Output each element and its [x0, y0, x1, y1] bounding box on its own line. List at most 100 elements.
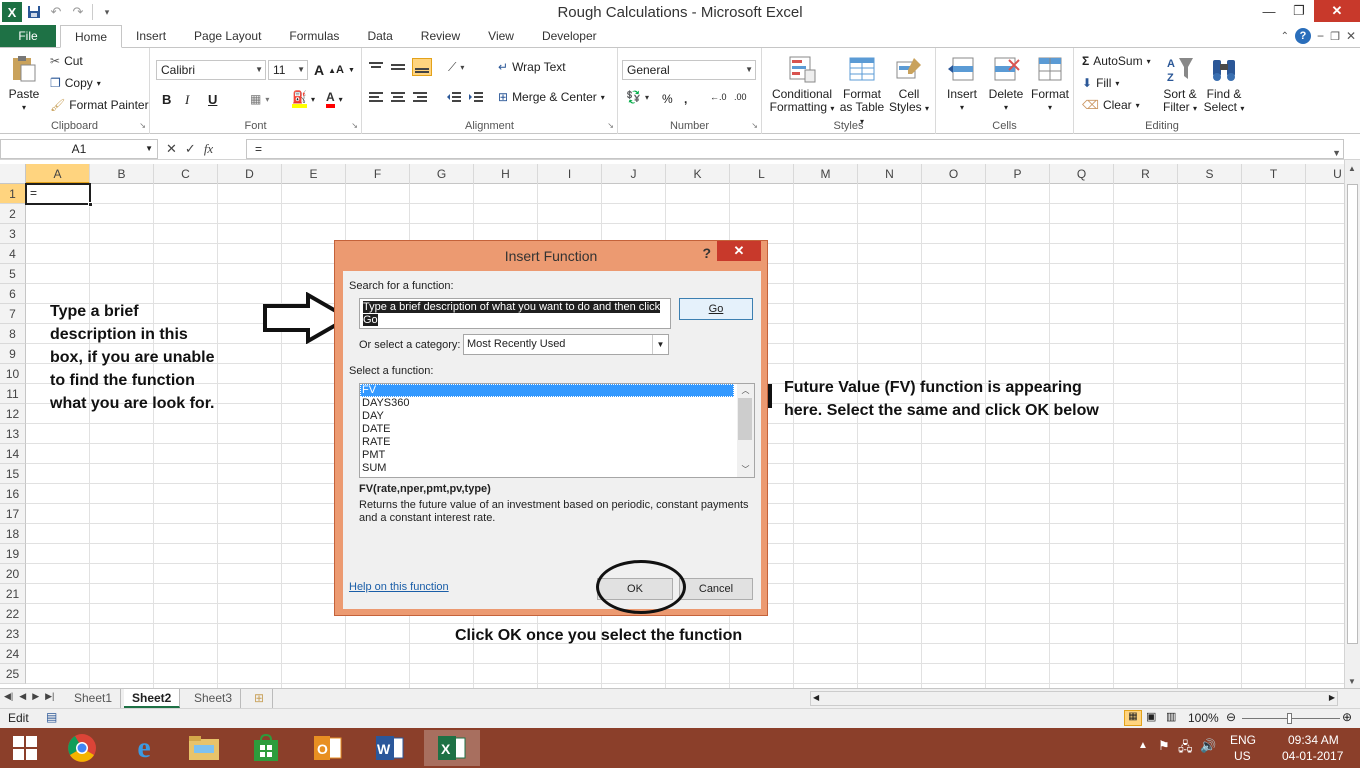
- column-header-u[interactable]: U: [1306, 164, 1344, 184]
- function-item-rate[interactable]: RATE: [360, 436, 734, 449]
- sort-filter-button[interactable]: AZ Sort & Filter ▾: [1158, 54, 1202, 115]
- internet-explorer-taskbar-icon[interactable]: e: [116, 730, 172, 766]
- row-header-12[interactable]: 12: [0, 404, 26, 424]
- network-icon[interactable]: 🖧: [1178, 738, 1193, 760]
- zoom-in-icon[interactable]: ⊕: [1342, 710, 1352, 724]
- tab-file[interactable]: File: [0, 25, 56, 47]
- clock-time[interactable]: 09:34 AM: [1288, 733, 1339, 747]
- row-header-13[interactable]: 13: [0, 424, 26, 444]
- format-cells-button[interactable]: Format ▾: [1028, 54, 1072, 114]
- column-header-b[interactable]: B: [90, 164, 154, 184]
- formula-input[interactable]: = ▼: [246, 139, 1344, 159]
- function-list-scroll-thumb[interactable]: [738, 398, 752, 440]
- chrome-taskbar-icon[interactable]: [54, 730, 110, 766]
- horizontal-scrollbar[interactable]: ◀ ▶: [810, 691, 1338, 706]
- tab-page-layout[interactable]: Page Layout: [180, 25, 275, 47]
- store-taskbar-icon[interactable]: [238, 730, 294, 766]
- tab-formulas[interactable]: Formulas: [275, 25, 353, 47]
- percent-button[interactable]: %: [662, 92, 673, 106]
- vertical-scroll-thumb[interactable]: [1347, 184, 1358, 644]
- row-header-3[interactable]: 3: [0, 224, 26, 244]
- font-size-select[interactable]: 11 ▼: [268, 60, 308, 80]
- function-item-days360[interactable]: DAYS360: [360, 397, 734, 410]
- enter-entry-icon[interactable]: ✓: [185, 141, 196, 157]
- tray-expand-icon[interactable]: ▲: [1138, 740, 1148, 751]
- row-header-8[interactable]: 8: [0, 324, 26, 344]
- zoom-slider-thumb[interactable]: [1287, 713, 1292, 724]
- column-header-k[interactable]: K: [666, 164, 730, 184]
- column-header-g[interactable]: G: [410, 164, 474, 184]
- start-button[interactable]: [0, 730, 50, 766]
- next-sheet-icon[interactable]: ▶: [32, 691, 39, 702]
- comma-button[interactable]: ,: [684, 92, 687, 106]
- row-header-21[interactable]: 21: [0, 584, 26, 604]
- row-header-20[interactable]: 20: [0, 564, 26, 584]
- minimize-icon[interactable]: —: [1254, 0, 1284, 22]
- doc-restore-icon[interactable]: ❐: [1330, 30, 1340, 43]
- middle-align-icon[interactable]: [390, 60, 406, 74]
- tab-developer[interactable]: Developer: [528, 25, 611, 47]
- column-header-q[interactable]: Q: [1050, 164, 1114, 184]
- macro-record-icon[interactable]: ▤: [46, 710, 57, 724]
- paste-button[interactable]: Paste ▾: [6, 54, 42, 114]
- row-header-10[interactable]: 10: [0, 364, 26, 384]
- function-item-pmt[interactable]: PMT: [360, 449, 734, 462]
- font-name-select[interactable]: Calibri ▼: [156, 60, 266, 80]
- function-item-date[interactable]: DATE: [360, 423, 734, 436]
- increase-indent-icon[interactable]: [468, 90, 484, 104]
- row-header-19[interactable]: 19: [0, 544, 26, 564]
- column-header-h[interactable]: H: [474, 164, 538, 184]
- insert-function-icon[interactable]: fx: [204, 141, 213, 157]
- row-header-18[interactable]: 18: [0, 524, 26, 544]
- tab-home[interactable]: Home: [60, 25, 123, 48]
- row-header-11[interactable]: 11: [0, 384, 26, 404]
- file-explorer-taskbar-icon[interactable]: [176, 730, 232, 766]
- help-icon[interactable]: ?: [1295, 28, 1312, 44]
- fill-color-icon[interactable]: ⛽ ▾: [292, 90, 315, 108]
- shrink-font-button[interactable]: A ▼: [336, 64, 355, 76]
- row-header-4[interactable]: 4: [0, 244, 26, 264]
- sheet-tab-sheet3[interactable]: Sheet3: [186, 689, 242, 708]
- zoom-out-icon[interactable]: ⊖: [1226, 710, 1236, 724]
- merge-center-button[interactable]: ⊞ Merge & Center ▾: [498, 90, 605, 104]
- column-header-n[interactable]: N: [858, 164, 922, 184]
- page-layout-view-icon[interactable]: ▣: [1146, 710, 1156, 723]
- language-eng[interactable]: ENG: [1230, 733, 1256, 747]
- bottom-align-icon[interactable]: [412, 58, 432, 76]
- underline-button[interactable]: U: [208, 92, 217, 107]
- fill-button[interactable]: ⬇ Fill ▾: [1082, 76, 1119, 90]
- row-header-24[interactable]: 24: [0, 644, 26, 664]
- column-header-d[interactable]: D: [218, 164, 282, 184]
- number-launcher-icon[interactable]: ↘: [751, 121, 758, 130]
- language-us[interactable]: US: [1234, 749, 1251, 763]
- tab-insert[interactable]: Insert: [122, 25, 180, 47]
- column-header-m[interactable]: M: [794, 164, 858, 184]
- category-select[interactable]: Most Recently Used ▼: [463, 334, 669, 355]
- vertical-scrollbar[interactable]: ▲ ▼: [1344, 160, 1360, 690]
- expand-formula-icon[interactable]: ▼: [1332, 144, 1341, 162]
- fill-handle[interactable]: [88, 202, 93, 207]
- function-item-fv[interactable]: FV: [360, 384, 734, 397]
- flag-icon[interactable]: ⚑: [1158, 738, 1170, 754]
- orientation-icon[interactable]: ⟋ ▾: [448, 60, 464, 75]
- column-header-l[interactable]: L: [730, 164, 794, 184]
- column-header-c[interactable]: C: [154, 164, 218, 184]
- scroll-left-icon[interactable]: ◀: [813, 693, 819, 702]
- help-on-function-link[interactable]: Help on this function: [349, 581, 449, 593]
- copy-button[interactable]: ❐ Copy ▾: [50, 76, 101, 90]
- cancel-entry-icon[interactable]: ✕: [166, 141, 177, 157]
- scroll-down-icon[interactable]: ▼: [1348, 677, 1356, 686]
- autosum-button[interactable]: Σ AutoSum ▾: [1082, 54, 1151, 68]
- align-center-icon[interactable]: [390, 90, 406, 104]
- decrease-indent-icon[interactable]: [446, 90, 462, 104]
- sheet-tab-sheet1[interactable]: Sheet1: [66, 689, 122, 708]
- decrease-decimal-icon[interactable]: .00: [734, 92, 747, 102]
- bold-button[interactable]: B: [162, 92, 171, 107]
- tab-data[interactable]: Data: [353, 25, 406, 47]
- row-header-14[interactable]: 14: [0, 444, 26, 464]
- page-break-view-icon[interactable]: ▥: [1166, 710, 1176, 723]
- font-color-icon[interactable]: A ▾: [326, 90, 343, 108]
- column-header-f[interactable]: F: [346, 164, 410, 184]
- column-header-i[interactable]: I: [538, 164, 602, 184]
- column-header-r[interactable]: R: [1114, 164, 1178, 184]
